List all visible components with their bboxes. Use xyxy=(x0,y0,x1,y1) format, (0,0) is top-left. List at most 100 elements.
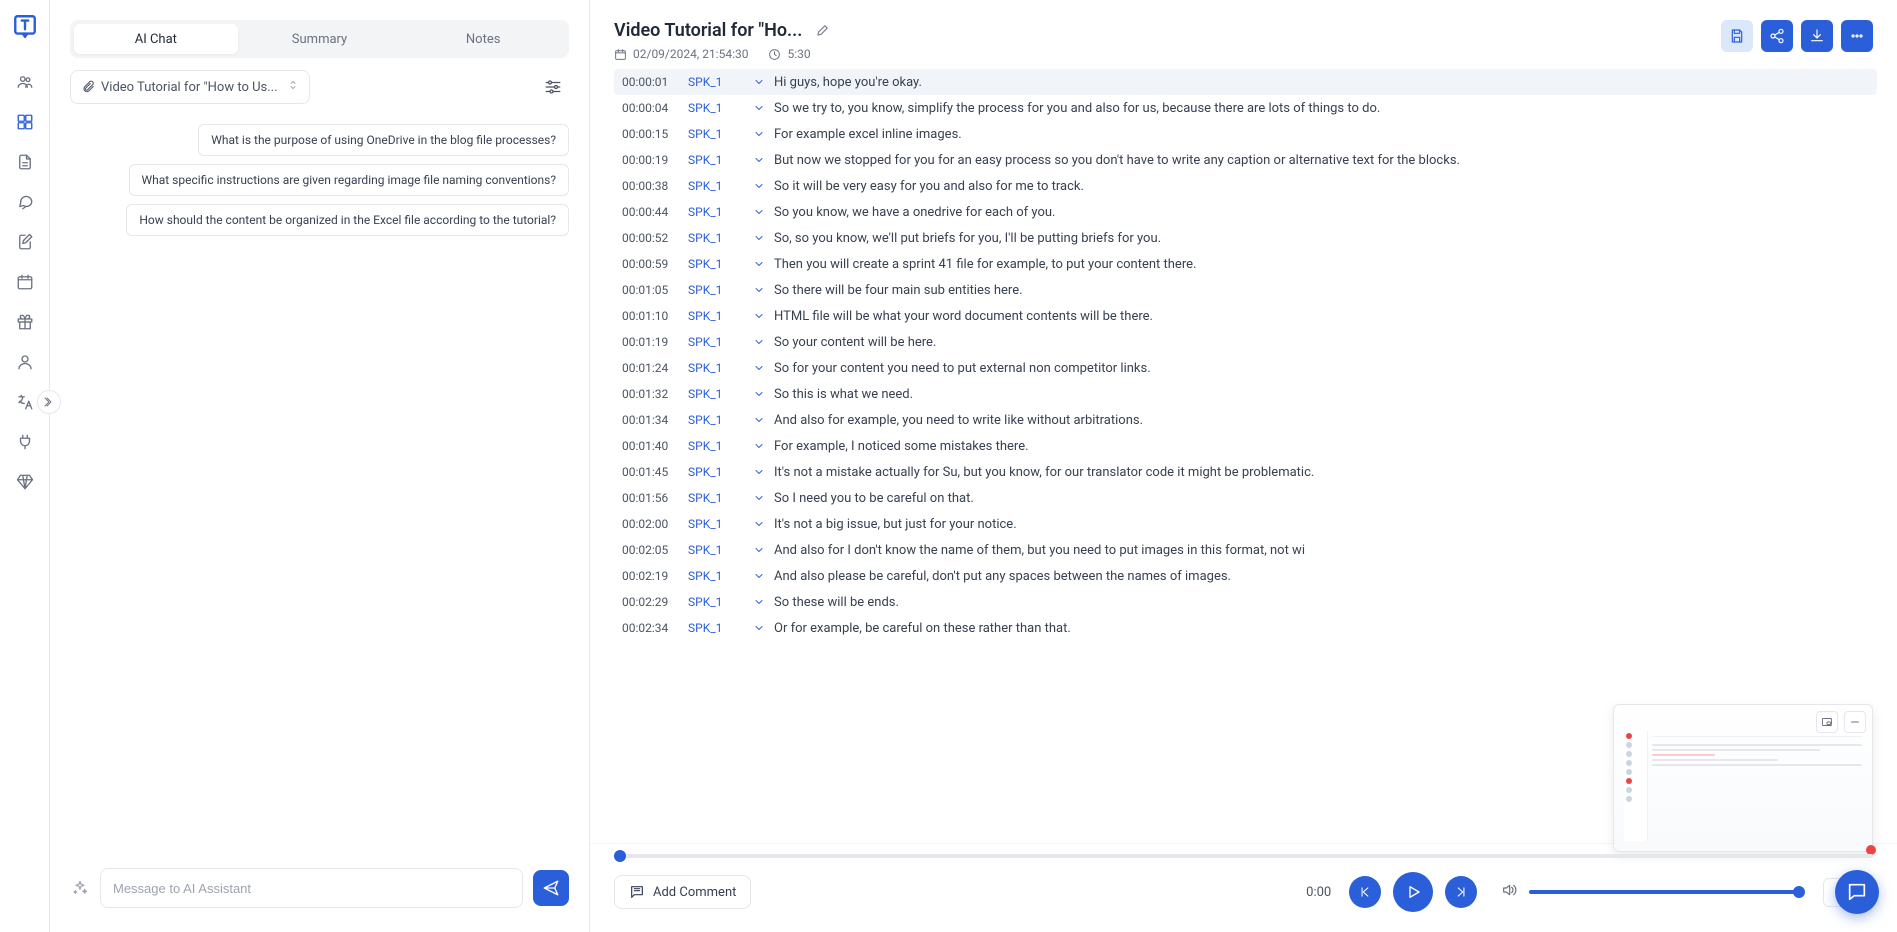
download-button[interactable] xyxy=(1801,20,1833,52)
nav-edit-doc-icon[interactable] xyxy=(7,224,43,260)
speaker-label[interactable]: SPK_1 xyxy=(688,283,744,297)
transcript-row[interactable]: 00:02:34SPK_1Or for example, be careful … xyxy=(614,615,1877,641)
chevron-down-icon[interactable] xyxy=(744,102,774,114)
transcript-row[interactable]: 00:01:34SPK_1And also for example, you n… xyxy=(614,407,1877,433)
chevron-down-icon[interactable] xyxy=(744,128,774,140)
speaker-label[interactable]: SPK_1 xyxy=(688,413,744,427)
transcript-row[interactable]: 00:00:19SPK_1But now we stopped for you … xyxy=(614,147,1877,173)
transcript-row[interactable]: 00:01:45SPK_1It's not a mistake actually… xyxy=(614,459,1877,485)
nav-document-icon[interactable] xyxy=(7,144,43,180)
speaker-label[interactable]: SPK_1 xyxy=(688,439,744,453)
minimize-button[interactable] xyxy=(1844,711,1866,733)
transcript-row[interactable]: 00:01:05SPK_1So there will be four main … xyxy=(614,277,1877,303)
chevron-down-icon[interactable] xyxy=(744,570,774,582)
chevron-down-icon[interactable] xyxy=(744,518,774,530)
chevron-down-icon[interactable] xyxy=(744,258,774,270)
transcript-row[interactable]: 00:02:19SPK_1And also please be careful,… xyxy=(614,563,1877,589)
sparkle-icon[interactable] xyxy=(70,878,90,898)
volume-knob[interactable] xyxy=(1793,886,1805,898)
save-button[interactable] xyxy=(1721,20,1753,52)
nav-plug-icon[interactable] xyxy=(7,424,43,460)
transcript-row[interactable]: 00:00:44SPK_1So you know, we have a oned… xyxy=(614,199,1877,225)
chevron-down-icon[interactable] xyxy=(744,492,774,504)
chevron-down-icon[interactable] xyxy=(744,622,774,634)
volume-slider[interactable] xyxy=(1529,890,1799,894)
speaker-label[interactable]: SPK_1 xyxy=(688,205,744,219)
speaker-label[interactable]: SPK_1 xyxy=(688,595,744,609)
transcript-row[interactable]: 00:02:00SPK_1It's not a big issue, but j… xyxy=(614,511,1877,537)
play-button[interactable] xyxy=(1393,872,1433,912)
transcript-row[interactable]: 00:00:01SPK_1Hi guys, hope you're okay. xyxy=(614,69,1877,95)
speaker-label[interactable]: SPK_1 xyxy=(688,101,744,115)
share-button[interactable] xyxy=(1761,20,1793,52)
send-button[interactable] xyxy=(533,870,569,906)
nav-dashboard-icon[interactable] xyxy=(7,104,43,140)
transcript-row[interactable]: 00:00:04SPK_1So we try to, you know, sim… xyxy=(614,95,1877,121)
volume-icon[interactable] xyxy=(1501,882,1517,902)
chevron-down-icon[interactable] xyxy=(744,336,774,348)
chat-fab[interactable] xyxy=(1835,870,1879,914)
speaker-label[interactable]: SPK_1 xyxy=(688,621,744,635)
chevron-down-icon[interactable] xyxy=(744,388,774,400)
skip-back-button[interactable] xyxy=(1349,876,1381,908)
speaker-label[interactable]: SPK_1 xyxy=(688,387,744,401)
chevron-down-icon[interactable] xyxy=(744,154,774,166)
speaker-label[interactable]: SPK_1 xyxy=(688,361,744,375)
chevron-down-icon[interactable] xyxy=(744,466,774,478)
speaker-label[interactable]: SPK_1 xyxy=(688,127,744,141)
speaker-label[interactable]: SPK_1 xyxy=(688,309,744,323)
nav-calendar-icon[interactable] xyxy=(7,264,43,300)
add-comment-button[interactable]: Add Comment xyxy=(614,875,751,909)
chevron-down-icon[interactable] xyxy=(744,414,774,426)
skip-forward-button[interactable] xyxy=(1445,876,1477,908)
transcript-row[interactable]: 00:02:05SPK_1And also for I don't know t… xyxy=(614,537,1877,563)
more-button[interactable] xyxy=(1841,20,1873,52)
chevron-down-icon[interactable] xyxy=(744,284,774,296)
transcript-row[interactable]: 00:00:52SPK_1So, so you know, we'll put … xyxy=(614,225,1877,251)
file-selector[interactable]: Video Tutorial for "How to Us... xyxy=(70,70,310,104)
filter-sliders-button[interactable] xyxy=(537,71,569,103)
speaker-label[interactable]: SPK_1 xyxy=(688,491,744,505)
speaker-label[interactable]: SPK_1 xyxy=(688,517,744,531)
nav-user-icon[interactable] xyxy=(7,344,43,380)
message-input[interactable] xyxy=(100,868,523,908)
suggestion-1[interactable]: What specific instructions are given reg… xyxy=(129,164,570,196)
transcript-row[interactable]: 00:01:19SPK_1So your content will be her… xyxy=(614,329,1877,355)
chevron-down-icon[interactable] xyxy=(744,310,774,322)
transcript-row[interactable]: 00:00:59SPK_1Then you will create a spri… xyxy=(614,251,1877,277)
chevron-down-icon[interactable] xyxy=(744,180,774,192)
nav-expand-button[interactable] xyxy=(37,390,61,414)
transcript-row[interactable]: 00:01:24SPK_1So for your content you nee… xyxy=(614,355,1877,381)
chevron-down-icon[interactable] xyxy=(744,76,774,88)
tab-notes[interactable]: Notes xyxy=(401,24,565,54)
chevron-down-icon[interactable] xyxy=(744,232,774,244)
speaker-label[interactable]: SPK_1 xyxy=(688,543,744,557)
nav-gift-icon[interactable] xyxy=(7,304,43,340)
transcript-row[interactable]: 00:02:29SPK_1So these will be ends. xyxy=(614,589,1877,615)
speaker-label[interactable]: SPK_1 xyxy=(688,179,744,193)
chevron-down-icon[interactable] xyxy=(744,544,774,556)
video-preview[interactable] xyxy=(1613,704,1873,852)
transcript-row[interactable]: 00:00:38SPK_1So it will be very easy for… xyxy=(614,173,1877,199)
chevron-down-icon[interactable] xyxy=(744,596,774,608)
nav-people-icon[interactable] xyxy=(7,64,43,100)
transcript-row[interactable]: 00:01:10SPK_1HTML file will be what your… xyxy=(614,303,1877,329)
transcript-row[interactable]: 00:01:32SPK_1So this is what we need. xyxy=(614,381,1877,407)
tab-ai-chat[interactable]: AI Chat xyxy=(74,24,238,54)
progress-bar[interactable] xyxy=(614,854,1873,858)
edit-title-button[interactable] xyxy=(812,21,832,41)
speaker-label[interactable]: SPK_1 xyxy=(688,75,744,89)
transcript-row[interactable]: 00:01:40SPK_1For example, I noticed some… xyxy=(614,433,1877,459)
speaker-label[interactable]: SPK_1 xyxy=(688,257,744,271)
speaker-label[interactable]: SPK_1 xyxy=(688,465,744,479)
tab-summary[interactable]: Summary xyxy=(238,24,402,54)
chevron-down-icon[interactable] xyxy=(744,440,774,452)
suggestion-2[interactable]: How should the content be organized in t… xyxy=(126,204,569,236)
chevron-down-icon[interactable] xyxy=(744,362,774,374)
progress-knob[interactable] xyxy=(614,850,626,862)
speaker-label[interactable]: SPK_1 xyxy=(688,231,744,245)
speaker-label[interactable]: SPK_1 xyxy=(688,153,744,167)
pip-button[interactable] xyxy=(1816,711,1838,733)
speaker-label[interactable]: SPK_1 xyxy=(688,569,744,583)
nav-diamond-icon[interactable] xyxy=(7,464,43,500)
